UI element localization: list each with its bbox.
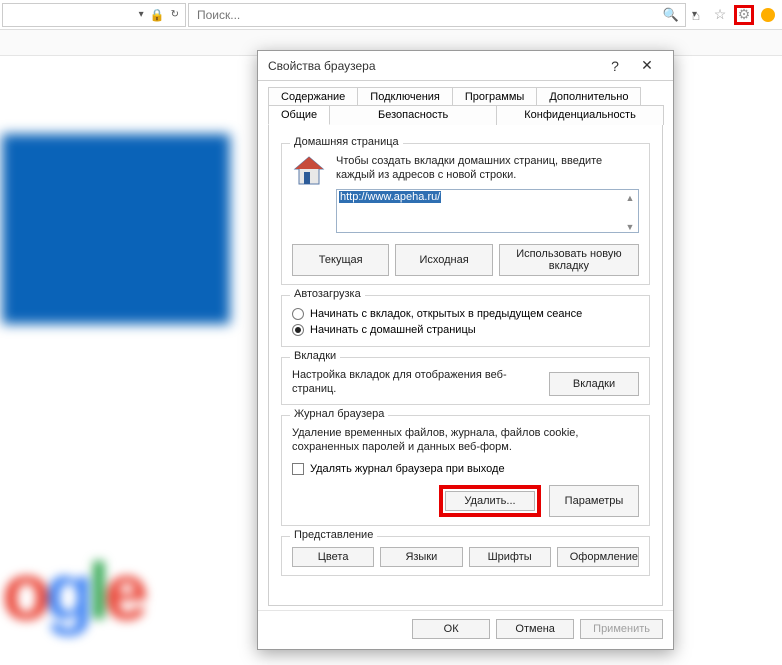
history-delete-on-exit-checkbox[interactable]: Удалять журнал браузера при выходе bbox=[292, 461, 639, 477]
startup-last-session-radio[interactable]: Начинать с вкладок, открытых в предыдуще… bbox=[292, 306, 639, 322]
tab-row-2: Общие Безопасность Конфиденциальность bbox=[268, 105, 663, 125]
internet-options-dialog: Свойства браузера ? ✕ Содержание Подключ… bbox=[257, 50, 674, 650]
group-presentation: Представление Цвета Языки Шрифты Оформле… bbox=[281, 536, 650, 576]
tab-content[interactable]: Содержание bbox=[268, 87, 358, 106]
history-delete-button[interactable]: Удалить... bbox=[445, 491, 535, 511]
group-tabs: Вкладки Настройка вкладок для отображени… bbox=[281, 357, 650, 406]
radio-icon bbox=[292, 308, 304, 320]
group-history-label: Журнал браузера bbox=[290, 408, 388, 420]
startup-homepage-label: Начинать с домашней страницы bbox=[310, 324, 476, 336]
chevron-down-icon[interactable]: ▾ bbox=[692, 9, 697, 20]
homepage-textarea-wrap: http://www.apeha.ru/ ▲ ▼ bbox=[336, 189, 639, 236]
tab-general[interactable]: Общие bbox=[268, 105, 330, 125]
dialog-title: Свойства браузера bbox=[268, 59, 599, 73]
scroll-down-icon[interactable]: ▼ bbox=[623, 220, 637, 234]
tab-advanced[interactable]: Дополнительно bbox=[536, 87, 641, 106]
search-icon[interactable]: 🔍 bbox=[663, 7, 679, 23]
languages-button[interactable]: Языки bbox=[380, 547, 462, 567]
fonts-button[interactable]: Шрифты bbox=[469, 547, 551, 567]
tab-privacy[interactable]: Конфиденциальность bbox=[496, 105, 664, 125]
history-desc: Удаление временных файлов, журнала, файл… bbox=[292, 426, 639, 455]
accessibility-button[interactable]: Оформление bbox=[557, 547, 639, 567]
highlight-delete-button: Удалить... bbox=[439, 485, 541, 517]
smiley-icon[interactable] bbox=[758, 5, 778, 25]
help-button[interactable]: ? bbox=[599, 58, 631, 74]
close-button[interactable]: ✕ bbox=[631, 57, 663, 74]
history-delete-on-exit-label: Удалять журнал браузера при выходе bbox=[310, 463, 505, 475]
group-history: Журнал браузера Удаление временных файло… bbox=[281, 415, 650, 526]
group-tabs-label: Вкладки bbox=[290, 350, 340, 362]
checkbox-icon bbox=[292, 463, 304, 475]
toolbar-icons: ⌂ ☆ ⚙ bbox=[686, 5, 782, 25]
homepage-current-button[interactable]: Текущая bbox=[292, 244, 389, 276]
tabs-desc: Настройка вкладок для отображения веб-ст… bbox=[292, 368, 539, 397]
cancel-button[interactable]: Отмена bbox=[496, 619, 574, 639]
apply-button[interactable]: Применить bbox=[580, 619, 663, 639]
homepage-newtab-button[interactable]: Использовать новую вкладку bbox=[499, 244, 639, 276]
startup-last-session-label: Начинать с вкладок, открытых в предыдуще… bbox=[310, 308, 582, 320]
refresh-icon[interactable]: ↻ bbox=[171, 9, 179, 20]
homepage-selected-url[interactable]: http://www.apeha.ru/ bbox=[339, 191, 441, 203]
browser-toolbar: ▾ 🔒 ↻ 🔍 ▾ ⌂ ☆ ⚙ bbox=[0, 0, 782, 30]
background-logo: ogle bbox=[2, 546, 142, 638]
lock-icon: 🔒 bbox=[150, 8, 165, 22]
chevron-down-icon[interactable]: ▾ bbox=[139, 9, 144, 20]
colors-button[interactable]: Цвета bbox=[292, 547, 374, 567]
dialog-titlebar: Свойства браузера ? ✕ bbox=[258, 51, 673, 81]
ok-button[interactable]: ОК bbox=[412, 619, 490, 639]
group-homepage-label: Домашняя страница bbox=[290, 136, 403, 148]
tab-programs[interactable]: Программы bbox=[452, 87, 537, 106]
group-startup: Автозагрузка Начинать с вкладок, открыты… bbox=[281, 295, 650, 347]
group-presentation-label: Представление bbox=[290, 529, 377, 541]
tools-gear-icon[interactable]: ⚙ bbox=[734, 5, 754, 25]
group-startup-label: Автозагрузка bbox=[290, 288, 365, 300]
scroll-up-icon[interactable]: ▲ bbox=[623, 191, 637, 205]
homepage-default-button[interactable]: Исходная bbox=[395, 244, 492, 276]
search-input[interactable] bbox=[195, 7, 679, 23]
homepage-desc: Чтобы создать вкладки домашних страниц, … bbox=[336, 154, 639, 183]
favorites-icon[interactable]: ☆ bbox=[710, 5, 730, 25]
home-icon bbox=[292, 154, 326, 188]
search-box[interactable]: 🔍 ▾ bbox=[188, 3, 686, 27]
tab-panel-general: Домашняя страница Чтобы создать вкладки … bbox=[268, 124, 663, 606]
tab-security[interactable]: Безопасность bbox=[329, 105, 497, 125]
startup-homepage-radio[interactable]: Начинать с домашней страницы bbox=[292, 322, 639, 338]
address-box[interactable]: ▾ 🔒 ↻ bbox=[2, 3, 186, 27]
radio-icon bbox=[292, 324, 304, 336]
group-homepage: Домашняя страница Чтобы создать вкладки … bbox=[281, 143, 650, 285]
dialog-footer: ОК Отмена Применить bbox=[258, 610, 673, 649]
tab-row-1: Содержание Подключения Программы Дополни… bbox=[268, 87, 663, 106]
tab-connections[interactable]: Подключения bbox=[357, 87, 453, 106]
tabs-settings-button[interactable]: Вкладки bbox=[549, 372, 639, 397]
history-settings-button[interactable]: Параметры bbox=[549, 485, 639, 517]
